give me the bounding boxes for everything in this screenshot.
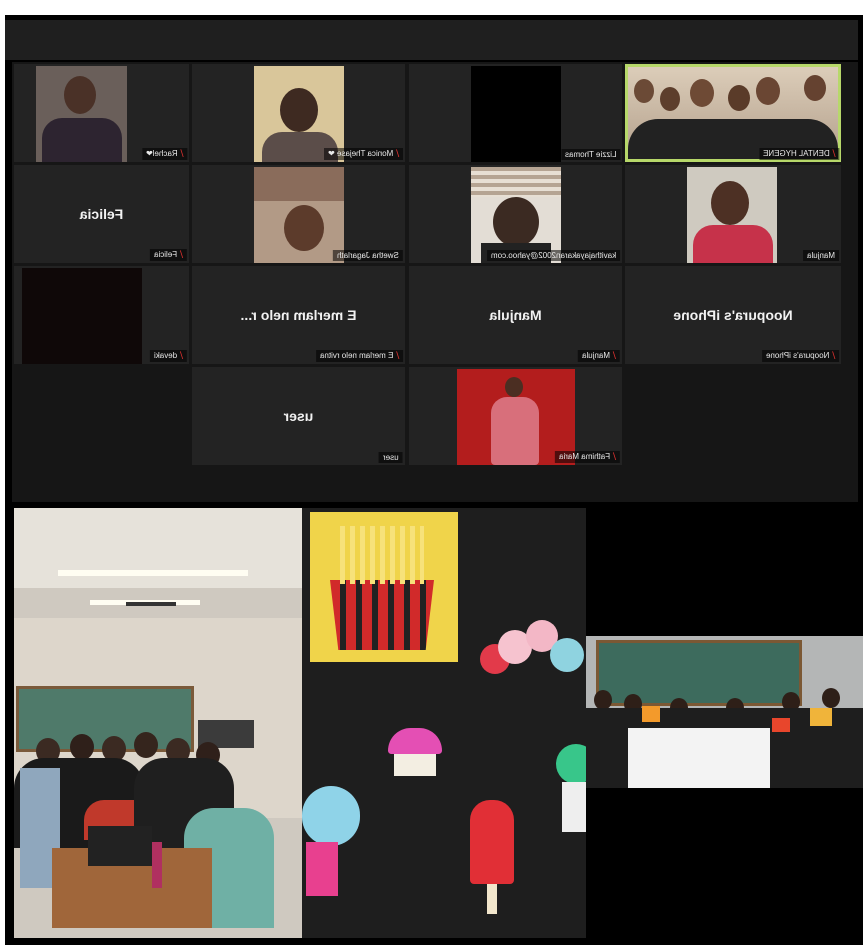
- participant-label: ⧸Rachel❤: [141, 148, 187, 160]
- participant-name: user: [283, 408, 314, 425]
- participant-label: ⧸Fathima Maria: [555, 451, 620, 463]
- lollipop-bunch: [480, 620, 586, 700]
- blinds: [471, 167, 561, 197]
- participant-tile-fathima[interactable]: ⧸Fathima Maria: [409, 367, 622, 465]
- participant-label: ⧸Noopura's iPhone: [761, 350, 839, 362]
- participant-face: [728, 85, 750, 111]
- participant-label: ⧸devaki: [150, 350, 187, 362]
- participant-tile-manjula[interactable]: Manjula ⧸Manjula: [409, 266, 622, 364]
- tube-light: [58, 570, 248, 576]
- mic-muted-icon: ⧸: [180, 149, 183, 158]
- popsicle: [470, 800, 514, 920]
- participant-face: [756, 77, 780, 105]
- participant-tile-manjula-video[interactable]: Manjula: [625, 165, 841, 263]
- cupcake: [388, 728, 442, 778]
- participant-label: ⧸Felicia: [150, 249, 187, 261]
- craft-board-photo: [302, 508, 586, 938]
- mic-muted-icon: ⧸: [180, 250, 183, 259]
- mic-muted-icon: ⧸: [180, 351, 183, 360]
- fries: [340, 526, 424, 584]
- participant-face: [493, 197, 539, 247]
- participant-label: ⧸DENTAL HYGENE: [758, 148, 839, 160]
- ceiling: [14, 508, 302, 588]
- participant-video: [254, 167, 344, 263]
- participant-face: [284, 205, 324, 251]
- participant-tile-rachel[interactable]: ⧸Rachel❤: [14, 64, 189, 162]
- students-group: [586, 684, 863, 788]
- participant-label: kavithajayakaran2002@yahoo.com: [486, 250, 620, 261]
- green-cone: [556, 744, 586, 834]
- participant-label: Swetha Jagarlath: [333, 250, 403, 261]
- mic-muted-icon: ⧸: [613, 351, 616, 360]
- water-bottle: [152, 842, 162, 888]
- participant-label: ⧸Manjula: [578, 350, 620, 362]
- group-video: [628, 67, 838, 159]
- participant-face: [64, 76, 96, 114]
- participant-face: [634, 79, 654, 103]
- participant-tile-kavitha[interactable]: kavithajayakaran2002@yahoo.com: [409, 165, 622, 263]
- participant-tile-felicia[interactable]: Felicia ⧸Felicia: [14, 165, 189, 263]
- participant-face: [690, 79, 714, 107]
- participant-label: Lizzie Thomas: [560, 149, 620, 160]
- participant-name: E merlam nelo r...: [240, 307, 357, 324]
- participant-face: [660, 87, 680, 111]
- orange-paper: [772, 718, 790, 732]
- meeting-top-bar: [5, 20, 858, 60]
- participant-tile-lizzie[interactable]: Lizzie Thomas: [409, 64, 622, 162]
- participant-saree: [491, 397, 539, 465]
- participant-video: [471, 167, 561, 263]
- participant-face: [280, 88, 318, 132]
- participant-face: [804, 75, 826, 101]
- participant-label: user: [379, 452, 403, 463]
- participant-label: ⧸E merlam nelo rvitna: [315, 350, 403, 362]
- participant-face: [505, 377, 523, 397]
- mic-muted-icon: ⧸: [396, 149, 399, 158]
- participant-name: Felicia: [79, 206, 124, 223]
- participant-tile-devaki[interactable]: ⧸devaki: [14, 266, 189, 364]
- participant-tile-user[interactable]: user user: [192, 367, 405, 465]
- mic-muted-icon: ⧸: [832, 149, 835, 158]
- orange-paper: [642, 706, 660, 722]
- mic-muted-icon: ⧸: [396, 351, 399, 360]
- student-activity-photo: [586, 636, 863, 788]
- fries-box: [330, 580, 434, 650]
- participant-saree: [693, 225, 773, 263]
- participant-name: Manjula: [489, 307, 542, 324]
- participant-video: [36, 66, 127, 162]
- participant-video: [22, 268, 142, 364]
- participant-shirt: [42, 118, 122, 162]
- window-background: [254, 167, 344, 201]
- drawing-poster: [628, 728, 698, 788]
- participant-label: ⧸Monica Thejase ❤: [324, 148, 403, 160]
- participant-video: [471, 66, 561, 162]
- participant-tile-dental-hygene[interactable]: ⧸DENTAL HYGENE: [625, 64, 841, 162]
- laptop: [88, 826, 152, 866]
- participant-tile-swetha[interactable]: Swetha Jagarlath: [192, 165, 405, 263]
- drawing-poster: [698, 728, 770, 788]
- classroom-group-photo: [14, 508, 302, 938]
- ceiling-fan: [126, 602, 176, 606]
- participant-name: Noopura's iPhone: [673, 307, 793, 324]
- participant-tile-emerlam[interactable]: E merlam nelo r... ⧸E merlam nelo rvitna: [192, 266, 405, 364]
- mic-muted-icon: ⧸: [613, 452, 616, 461]
- participant-video: [687, 167, 777, 263]
- ice-cream-cone: [302, 786, 362, 916]
- mic-muted-icon: ⧸: [832, 351, 835, 360]
- participant-label: Manjula: [802, 250, 839, 261]
- participant-face: [711, 181, 749, 225]
- participant-tile-monica[interactable]: ⧸Monica Thejase ❤: [192, 64, 405, 162]
- orange-paper: [810, 708, 832, 726]
- participant-tile-noopura[interactable]: Noopura's iPhone ⧸Noopura's iPhone: [625, 266, 841, 364]
